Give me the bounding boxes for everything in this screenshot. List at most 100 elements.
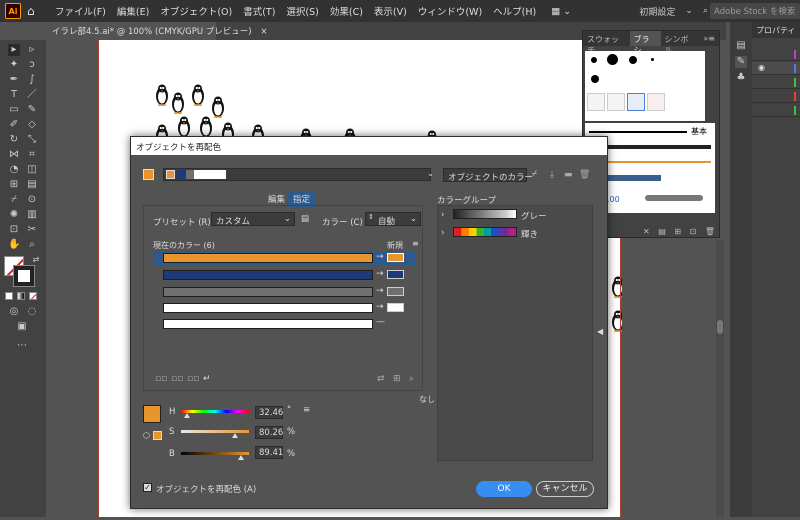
menu-edit[interactable]: 編集(E) — [117, 4, 149, 18]
new-color-orange[interactable] — [387, 253, 404, 262]
save-group-icon[interactable]: ⤓ — [550, 170, 554, 180]
layer-row-1[interactable] — [752, 48, 800, 61]
brush-penguin-4[interactable] — [647, 93, 665, 111]
group-bright-name[interactable]: 輝き — [521, 228, 538, 240]
magic-wand-icon[interactable]: ✦ — [8, 59, 20, 71]
libraries-icon[interactable]: ▤ — [735, 40, 747, 52]
hue-slider[interactable] — [181, 410, 249, 413]
color-mode-cube-icon[interactable]: ⬡ — [143, 431, 150, 440]
color-mode-gradient[interactable] — [17, 292, 25, 300]
brush-basic-stroke[interactable] — [589, 131, 687, 133]
graph-tool-icon[interactable]: ▥ — [26, 209, 38, 221]
current-color-navy[interactable] — [163, 270, 373, 280]
eraser-icon[interactable]: ◇ — [26, 119, 38, 131]
current-color-white-2[interactable] — [163, 319, 373, 329]
brightness-slider-thumb[interactable] — [238, 455, 244, 460]
rotate-tool-icon[interactable]: ↻ — [8, 134, 20, 146]
layer-row-2[interactable]: ◉ — [752, 62, 800, 75]
pen-tool-icon[interactable]: ✒ — [8, 74, 20, 86]
panel-menu-icon[interactable]: »≡ — [699, 31, 719, 46]
menu-help[interactable]: ヘルプ(H) — [493, 4, 536, 18]
menu-view[interactable]: 表示(V) — [374, 4, 407, 18]
brushes-dock-icon[interactable]: ✎ — [735, 56, 747, 68]
symbol-sprayer-icon[interactable]: ✺ — [8, 209, 20, 221]
saturation-slider-thumb[interactable] — [232, 433, 238, 438]
gradient-tool-icon[interactable]: ▤ — [26, 179, 38, 191]
brush-dot-large[interactable] — [607, 54, 618, 65]
artboard-tool-icon[interactable]: ⊡ — [8, 224, 20, 236]
exclude-colors-icon[interactable]: ▫▫ — [187, 374, 199, 384]
shape-builder-icon[interactable]: ◔ — [8, 164, 20, 176]
map-arrow-icon[interactable]: → — [376, 286, 384, 296]
dialog-collapse-icon[interactable]: ◀ — [597, 327, 603, 336]
group-gray-name[interactable]: グレー — [521, 210, 547, 222]
saturation-slider[interactable] — [181, 430, 249, 433]
layer-row-5[interactable] — [752, 104, 800, 117]
duplicate-brush-icon[interactable]: ⊡ — [690, 227, 697, 236]
curvature-tool-icon[interactable]: ∫ — [26, 74, 38, 86]
color-library-icon[interactable]: ▤ — [301, 214, 309, 224]
color-strip-dropdown-icon[interactable]: ⌄ — [427, 169, 434, 179]
hue-input[interactable]: 32.46 — [255, 406, 283, 419]
brush-dot-tiny[interactable] — [651, 58, 654, 61]
trash-icon[interactable]: 🗑 — [579, 170, 590, 180]
menu-select[interactable]: 選択(S) — [286, 4, 318, 18]
preset-dropdown[interactable]: カスタム ⌄ — [211, 212, 295, 227]
live-paint-icon[interactable]: ◫ — [26, 164, 38, 176]
new-color-navy[interactable] — [387, 270, 404, 279]
rectangle-tool-icon[interactable]: ▭ — [8, 104, 20, 116]
new-brush-icon[interactable]: ⊞ — [674, 227, 681, 236]
visibility-eye-icon[interactable]: ◉ — [758, 63, 765, 72]
brightness-input[interactable]: 89.41 — [255, 446, 283, 459]
new-color-gray[interactable] — [387, 287, 404, 296]
menu-type[interactable]: 書式(T) — [243, 4, 275, 18]
direct-selection-tool-icon[interactable]: ▹ — [26, 44, 38, 56]
saturation-input[interactable]: 80.26 — [255, 426, 283, 439]
paintbrush-icon[interactable]: ✎ — [26, 104, 38, 116]
find-color-icon[interactable]: ⌕ — [409, 374, 414, 384]
canvas-scrollbar[interactable] — [716, 240, 724, 517]
randomize-order-icon[interactable]: ⇄ — [377, 374, 385, 384]
blend-tool-icon[interactable]: ⊙ — [26, 194, 38, 206]
tab-symbols[interactable]: シンボル — [661, 31, 700, 55]
map-arrow-icon[interactable]: → — [376, 302, 384, 312]
map-arrow-icon[interactable]: → — [376, 269, 384, 279]
active-color-swatch[interactable] — [143, 169, 154, 180]
current-color-orange[interactable] — [163, 253, 373, 263]
current-color-white-1[interactable] — [163, 303, 373, 313]
layer-row-3[interactable] — [752, 76, 800, 89]
symbols-dock-icon[interactable]: ♣ — [735, 72, 747, 84]
arrange-documents-icon[interactable]: ▦ ⌄ — [551, 6, 571, 17]
lasso-icon[interactable]: ↄ — [26, 59, 38, 71]
more-tools-icon[interactable]: ⋯ — [16, 340, 28, 352]
brush-penguin-1[interactable] — [587, 93, 605, 111]
workspace-chevron-icon[interactable]: ⌄ — [685, 6, 693, 16]
new-row-icon[interactable]: ↵ — [203, 374, 211, 384]
draw-behind-icon[interactable]: ◌ — [26, 306, 38, 318]
screen-mode-icon[interactable]: ▣ — [16, 321, 28, 333]
color-mode-color[interactable] — [5, 292, 13, 300]
colors-stepper[interactable]: ⇕ 自動 ⌄ — [365, 212, 421, 227]
menu-file[interactable]: ファイル(F) — [55, 4, 106, 18]
hue-slider-thumb[interactable] — [184, 413, 190, 418]
hsb-options-icon[interactable]: ≡ — [303, 405, 310, 415]
width-tool-icon[interactable]: ⋈ — [8, 149, 20, 161]
shaper-tool-icon[interactable]: ✐ — [8, 119, 20, 131]
mesh-tool-icon[interactable]: ⊞ — [8, 179, 20, 191]
eyedropper-icon[interactable]: ⌿ — [532, 169, 537, 179]
menu-effect[interactable]: 効果(C) — [330, 4, 363, 18]
tab-edit[interactable]: 編集 — [264, 192, 289, 206]
current-color-gray[interactable] — [163, 287, 373, 297]
recolor-checkbox[interactable]: ✓ — [143, 483, 152, 492]
selection-tool-icon[interactable]: ▸ — [8, 44, 20, 56]
eyedropper-icon[interactable]: ⌿ — [8, 194, 20, 206]
scale-tool-icon[interactable]: ⤡ — [26, 134, 38, 146]
scrollbar-thumb[interactable] — [717, 320, 723, 334]
document-tab[interactable]: イラレ部4.5.ai* @ 100% (CMYK/GPU プレビュー) × — [46, 22, 267, 40]
base-color-swatch[interactable] — [153, 431, 162, 440]
brush-dot-medium[interactable] — [629, 56, 637, 64]
menu-window[interactable]: ウィンドウ(W) — [418, 4, 482, 18]
new-folder-icon[interactable]: ▬ — [564, 170, 573, 180]
close-tab-icon[interactable]: × — [260, 27, 267, 37]
randomize-saturation-icon[interactable]: ⊞ — [393, 374, 401, 384]
